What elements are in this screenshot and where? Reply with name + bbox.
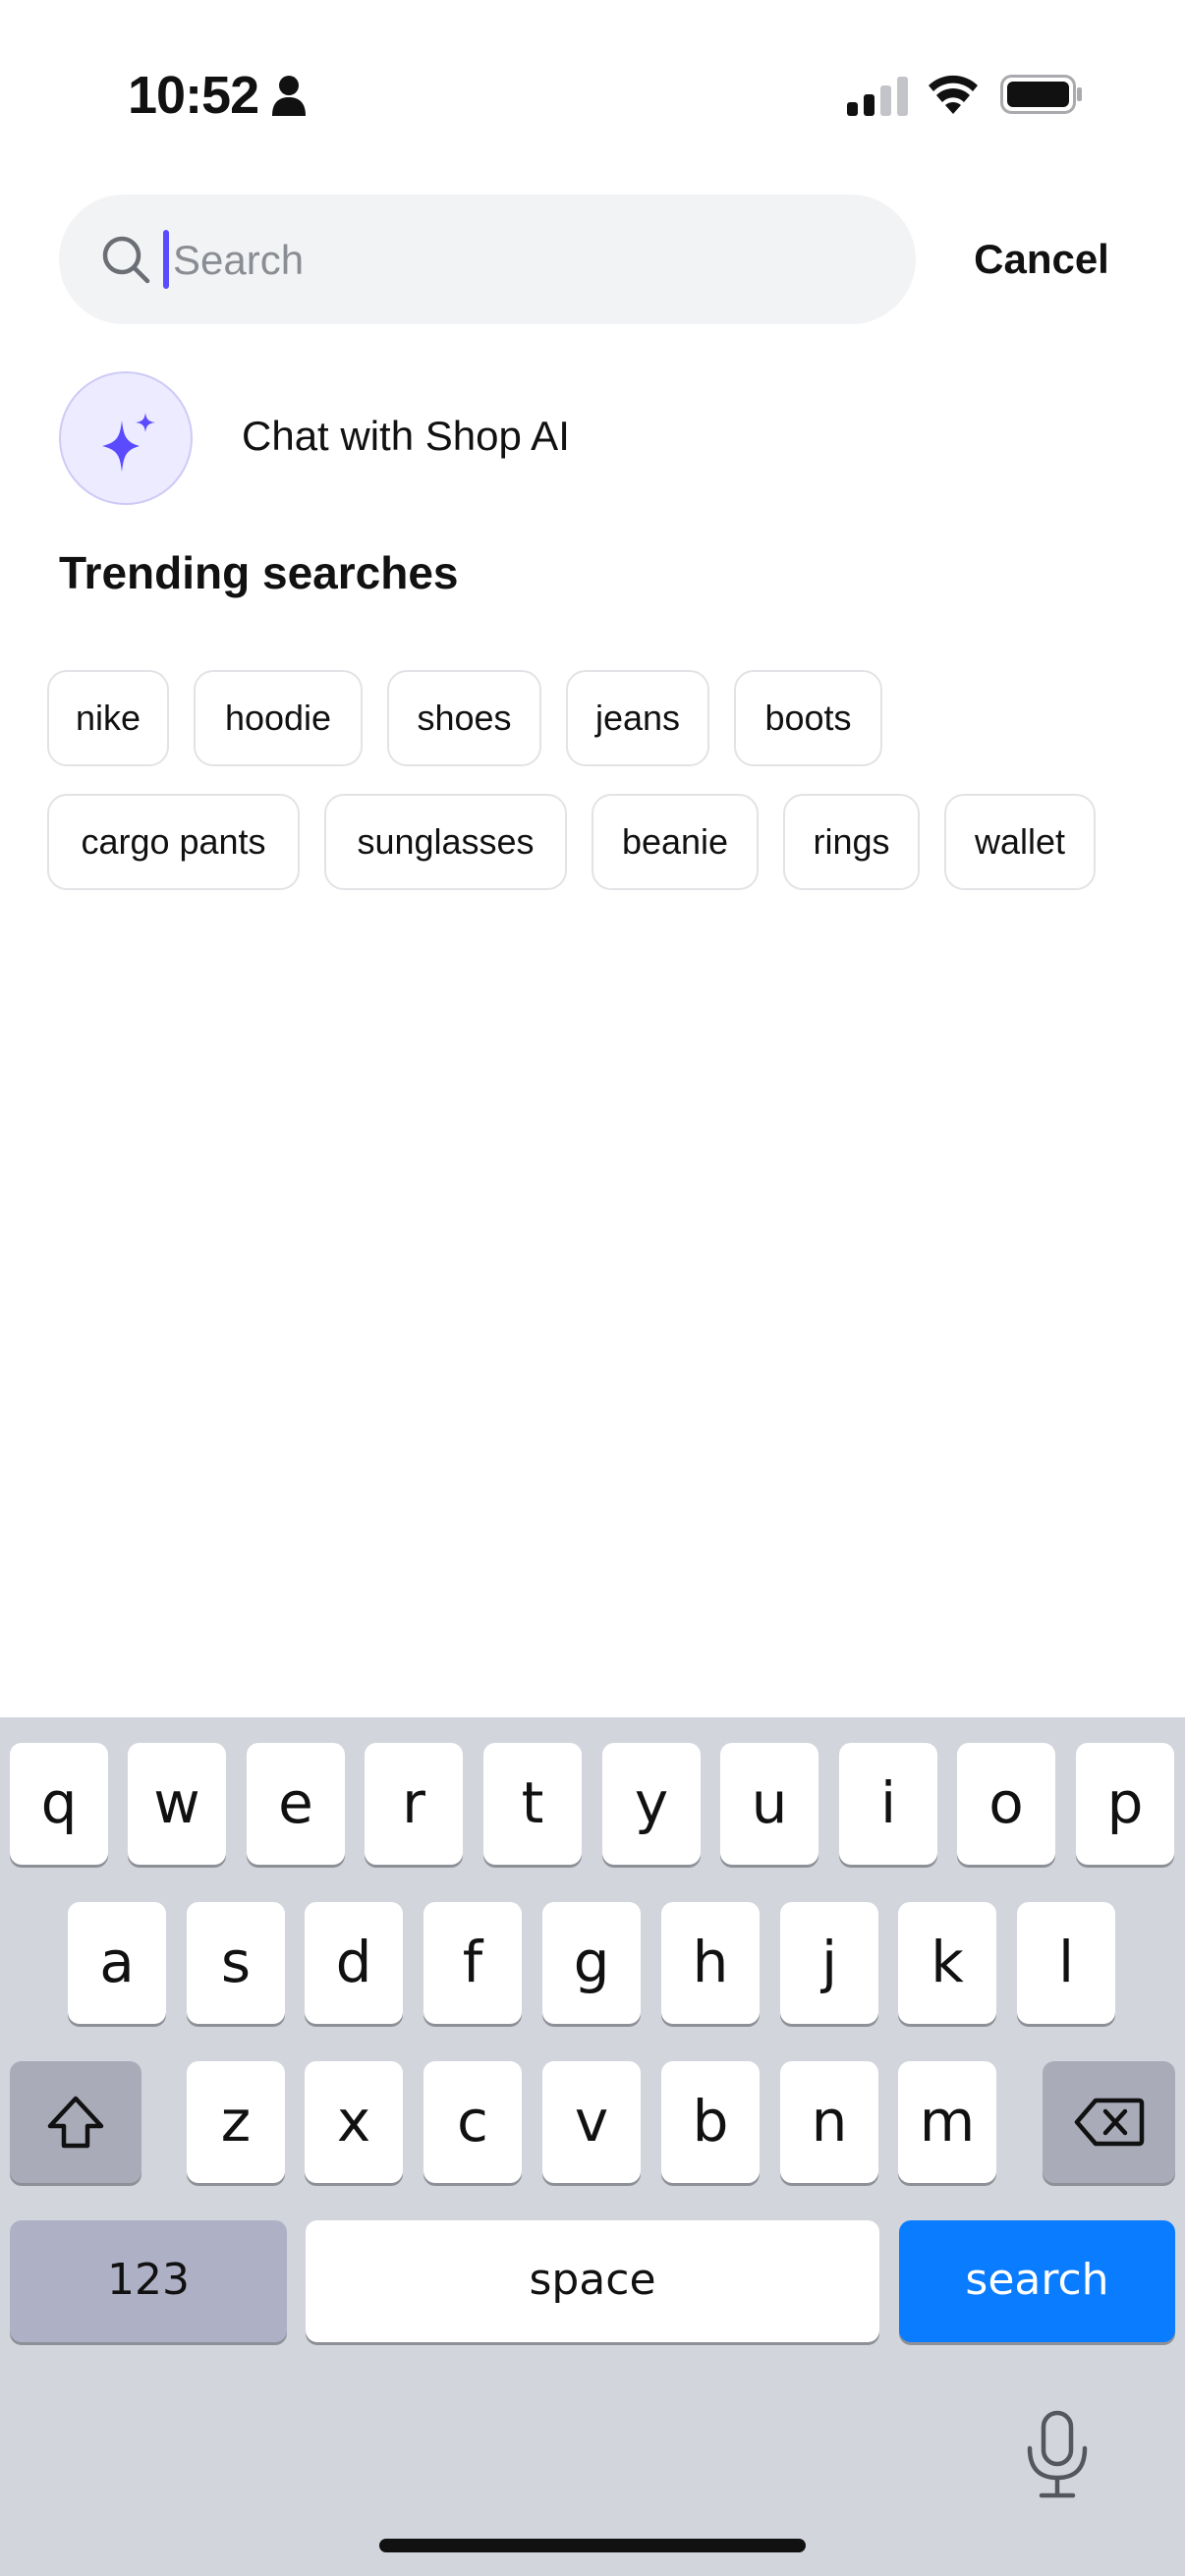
numbers-key[interactable]: 123 — [10, 2220, 287, 2342]
key-c[interactable]: c — [423, 2061, 522, 2183]
trending-chip-wallet[interactable]: wallet — [944, 794, 1096, 890]
shift-icon — [47, 2096, 104, 2149]
trending-chip-beanie[interactable]: beanie — [592, 794, 759, 890]
key-k[interactable]: k — [898, 1902, 996, 2024]
cancel-button[interactable]: Cancel — [951, 224, 1132, 295]
key-q[interactable]: q — [10, 1743, 108, 1865]
trending-chip-jeans[interactable]: jeans — [566, 670, 709, 766]
key-d[interactable]: d — [305, 1902, 403, 2024]
shift-key[interactable] — [10, 2061, 141, 2183]
key-r[interactable]: r — [365, 1743, 463, 1865]
search-input[interactable] — [171, 220, 863, 301]
mic-icon[interactable] — [1022, 2409, 1093, 2499]
trending-title: Trending searches — [59, 547, 459, 598]
trending-chip-cargo-pants[interactable]: cargo pants — [47, 794, 300, 890]
key-j[interactable]: j — [780, 1902, 878, 2024]
text-cursor — [163, 230, 169, 289]
trending-chip-shoes[interactable]: shoes — [387, 670, 541, 766]
trending-chip-nike[interactable]: nike — [47, 670, 169, 766]
key-v[interactable]: v — [542, 2061, 641, 2183]
ai-avatar — [59, 371, 193, 505]
key-u[interactable]: u — [720, 1743, 818, 1865]
key-b[interactable]: b — [661, 2061, 760, 2183]
trending-chip-hoodie[interactable]: hoodie — [194, 670, 363, 766]
key-x[interactable]: x — [305, 2061, 403, 2183]
key-f[interactable]: f — [423, 1902, 522, 2024]
wifi-icon — [929, 75, 978, 114]
space-key[interactable]: space — [306, 2220, 879, 2342]
status-bar: 10:52 — [0, 0, 1185, 187]
key-y[interactable]: y — [602, 1743, 701, 1865]
signal-icon — [847, 77, 908, 116]
key-w[interactable]: w — [128, 1743, 226, 1865]
key-o[interactable]: o — [957, 1743, 1055, 1865]
key-e[interactable]: e — [247, 1743, 345, 1865]
chat-with-shop-ai[interactable]: Chat with Shop AI — [59, 371, 747, 509]
person-icon — [272, 76, 306, 116]
key-g[interactable]: g — [542, 1902, 641, 2024]
search-field[interactable] — [59, 195, 916, 324]
search-icon — [102, 236, 150, 284]
key-m[interactable]: m — [898, 2061, 996, 2183]
key-t[interactable]: t — [483, 1743, 582, 1865]
key-z[interactable]: z — [187, 2061, 285, 2183]
key-a[interactable]: a — [68, 1902, 166, 2024]
key-h[interactable]: h — [661, 1902, 760, 2024]
home-indicator — [379, 2539, 806, 2552]
key-s[interactable]: s — [187, 1902, 285, 2024]
key-p[interactable]: p — [1076, 1743, 1174, 1865]
backspace-icon — [1074, 2098, 1145, 2147]
sparkle-icon — [102, 413, 155, 472]
trending-chip-sunglasses[interactable]: sunglasses — [324, 794, 567, 890]
chat-label: Chat with Shop AI — [242, 413, 570, 459]
backspace-key[interactable] — [1043, 2061, 1175, 2183]
key-n[interactable]: n — [780, 2061, 878, 2183]
battery-icon — [1000, 75, 1082, 114]
trending-chip-boots[interactable]: boots — [734, 670, 882, 766]
status-time: 10:52 — [128, 66, 259, 125]
key-i[interactable]: i — [839, 1743, 937, 1865]
key-l[interactable]: l — [1017, 1902, 1115, 2024]
search-key[interactable]: search — [899, 2220, 1175, 2342]
trending-chip-rings[interactable]: rings — [783, 794, 920, 890]
